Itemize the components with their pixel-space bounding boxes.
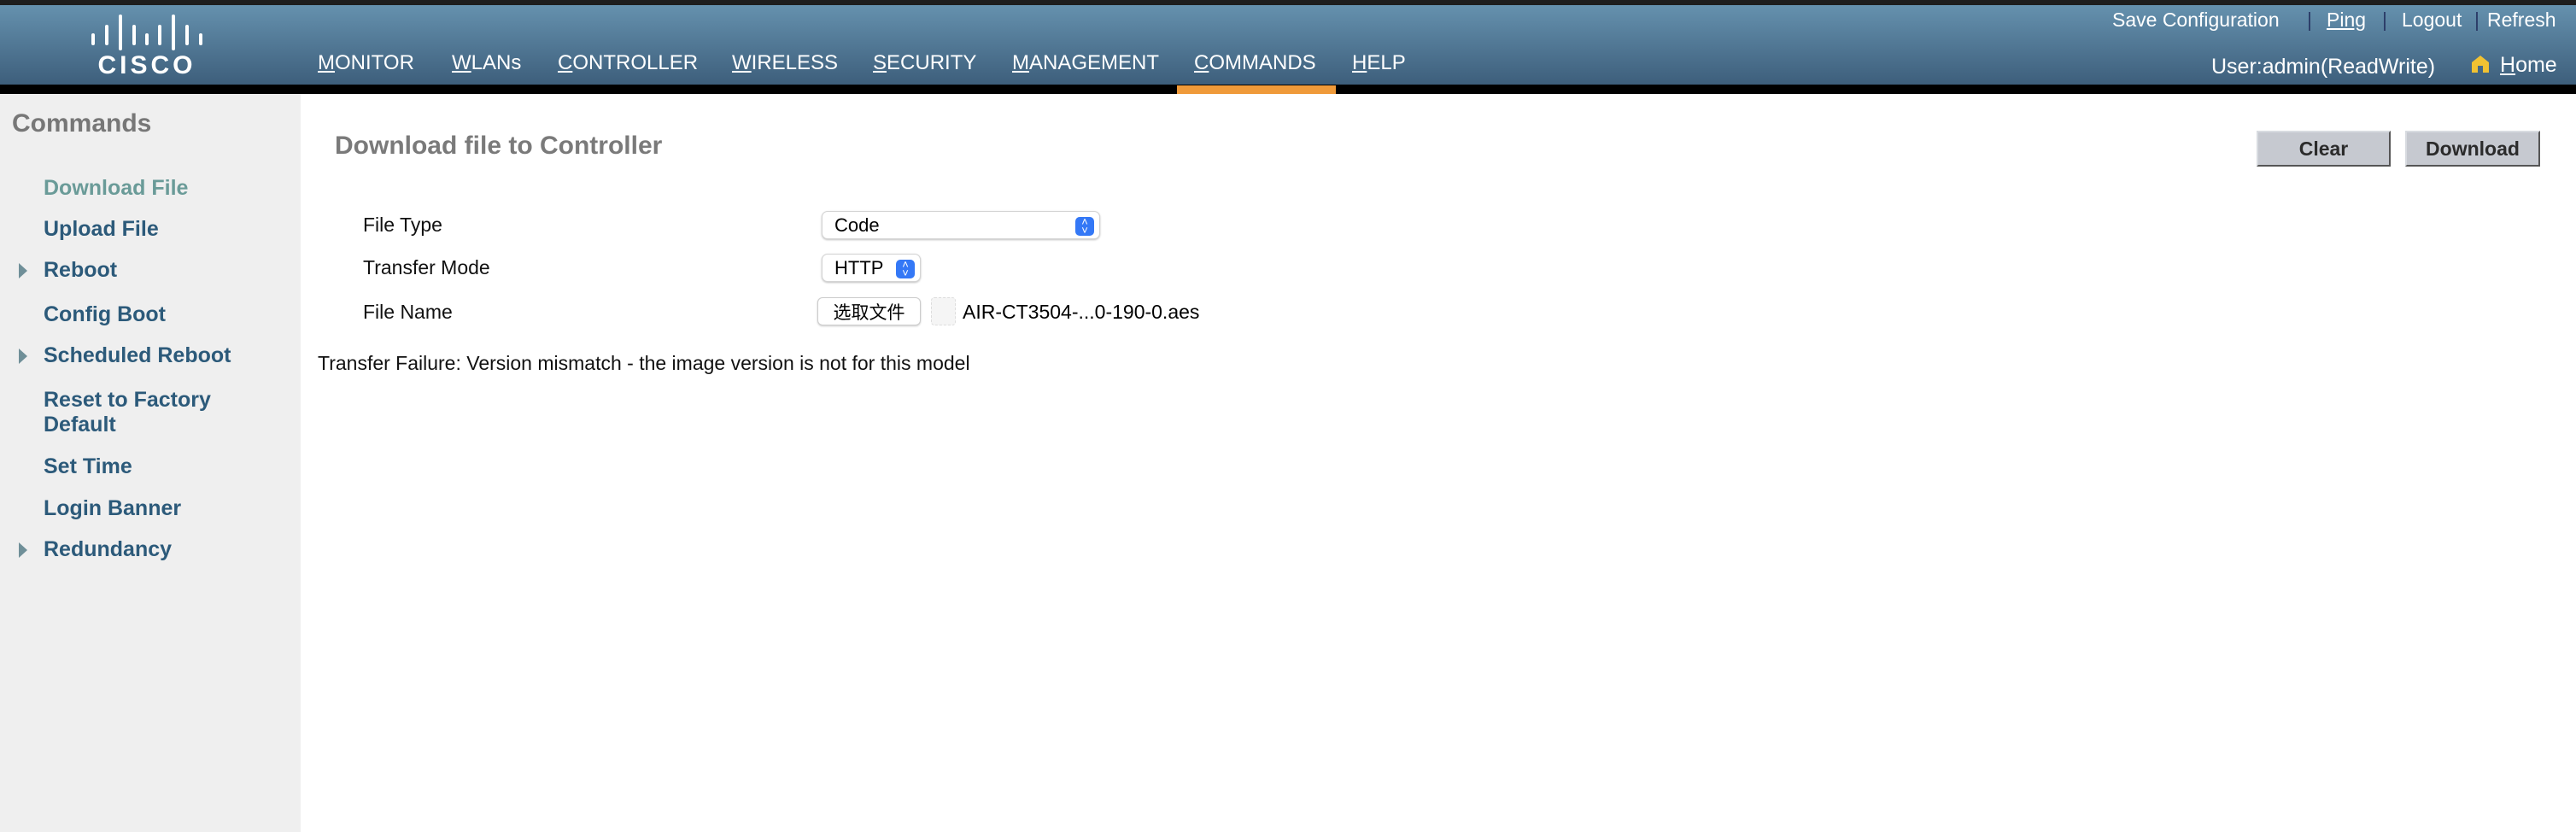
refresh-link[interactable]: Refresh [2487, 9, 2556, 32]
home-link[interactable]: Home [2500, 53, 2557, 78]
nav-help[interactable]: HELP [1352, 51, 1406, 75]
clear-button[interactable]: Clear [2257, 131, 2391, 167]
expand-arrow-icon[interactable] [19, 349, 27, 364]
file-type-value: Code [834, 214, 880, 236]
file-icon [931, 297, 956, 325]
selected-file-name: AIR-CT3504-...0-190-0.aes [963, 301, 1200, 323]
nav-controller[interactable]: CONTROLLER [558, 51, 698, 75]
ping-link[interactable]: Ping [2327, 9, 2366, 32]
nav-security[interactable]: SECURITY [873, 51, 976, 75]
logout-link[interactable]: Logout [2402, 9, 2462, 32]
nav-monitor[interactable]: MONITOR [318, 51, 414, 75]
transfer-mode-select[interactable]: HTTP ˄ ˅ [822, 254, 921, 282]
sidebar-item-reset-to-factory-default[interactable]: Reset to Factory Default [44, 388, 283, 437]
sidebar-item-config-boot[interactable]: Config Boot [44, 302, 166, 327]
separator: | [2382, 9, 2387, 31]
transfer-mode-value: HTTP [834, 256, 884, 278]
select-arrows-icon: ˄ ˅ [1075, 216, 1094, 236]
separator: | [2474, 9, 2479, 31]
download-button[interactable]: Download [2405, 131, 2540, 167]
sidebar-item-set-time[interactable]: Set Time [44, 454, 132, 479]
sidebar-item-upload-file[interactable]: Upload File [44, 217, 159, 242]
page-title: Download file to Controller [335, 132, 663, 160]
sidebar-item-reboot[interactable]: Reboot [44, 258, 117, 283]
transfer-mode-label: Transfer Mode [363, 256, 490, 278]
select-arrows-icon: ˄ ˅ [896, 259, 915, 278]
file-type-label: File Type [363, 214, 442, 236]
sidebar-item-scheduled-reboot[interactable]: Scheduled Reboot [44, 343, 231, 368]
user-info: User:admin(ReadWrite) [2211, 55, 2436, 79]
sidebar-item-login-banner[interactable]: Login Banner [44, 496, 181, 521]
save-configuration-link[interactable]: Save Configuration [2112, 9, 2280, 32]
sidebar-item-redundancy[interactable]: Redundancy [44, 537, 172, 562]
active-tab-indicator [1177, 85, 1336, 94]
home-icon[interactable] [2471, 55, 2490, 73]
expand-arrow-icon[interactable] [19, 542, 27, 558]
nav-wlans[interactable]: WLANs [452, 51, 521, 75]
expand-arrow-icon[interactable] [19, 263, 27, 278]
nav-management[interactable]: MANAGEMENT [1012, 51, 1159, 75]
nav-commands[interactable]: COMMANDS [1194, 51, 1316, 75]
choose-file-button[interactable]: 选取文件 [817, 297, 921, 325]
separator: | [2307, 9, 2312, 31]
nav-wireless[interactable]: WIRELESS [732, 51, 838, 75]
sidebar-title: Commands [12, 109, 152, 138]
sidebar-item-download-file[interactable]: Download File [44, 176, 188, 201]
file-name-label: File Name [363, 301, 453, 323]
transfer-status-message: Transfer Failure: Version mismatch - the… [318, 352, 970, 374]
file-type-select[interactable]: Code ˄ ˅ [822, 211, 1100, 239]
cisco-logo-text: CISCO [97, 51, 196, 79]
cisco-logo-icon [91, 15, 202, 50]
